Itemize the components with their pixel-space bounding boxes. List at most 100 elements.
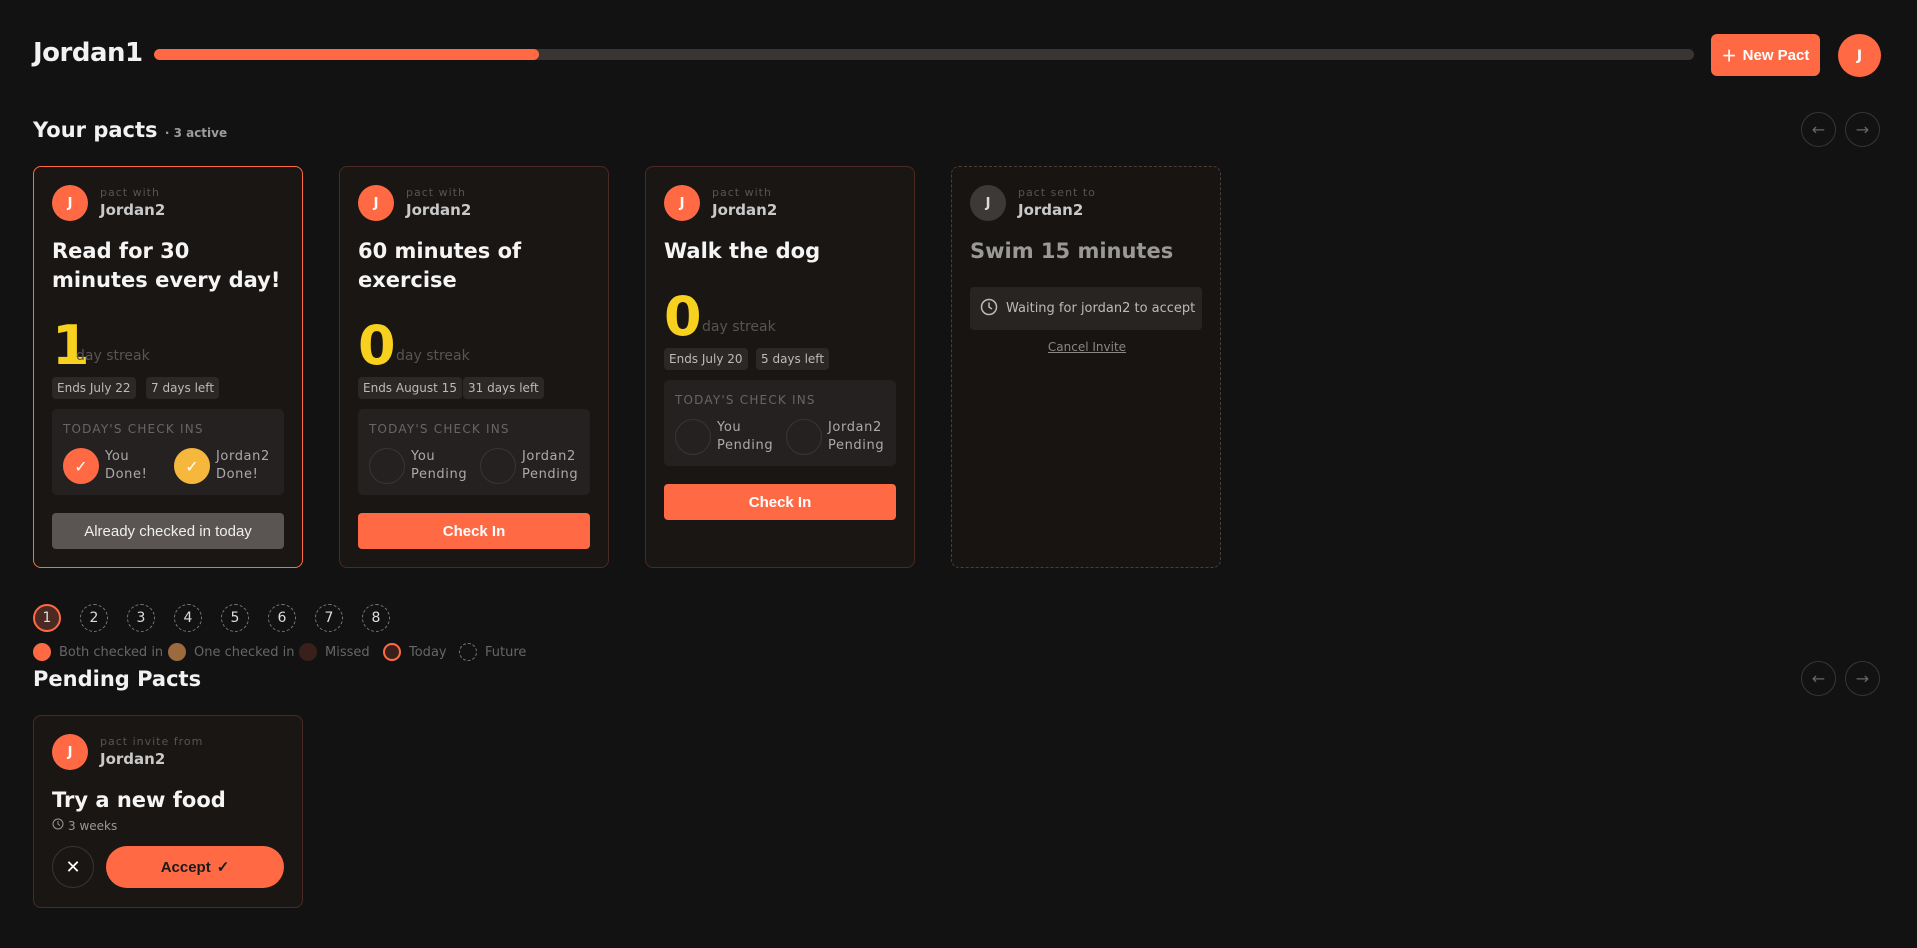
you-checkin-status xyxy=(675,419,711,455)
pact-title: 60 minutes of exercise xyxy=(358,239,522,292)
app-brand: Jordan1 xyxy=(33,38,143,68)
you-checkin-label: You Done! xyxy=(105,449,148,482)
partner-name: Jordan2 xyxy=(100,201,166,219)
you-checkin-status xyxy=(369,448,405,484)
cancel-invite-link[interactable]: Cancel Invite xyxy=(952,340,1222,354)
pact-duration: 3 weeks xyxy=(52,818,117,833)
checkmark-icon: ✓ xyxy=(216,859,230,876)
end-date: Ends August 15 xyxy=(358,377,462,399)
overall-progress-bar xyxy=(154,49,1694,60)
user-avatar[interactable]: J xyxy=(1838,34,1881,77)
day-indicator[interactable]: 7 xyxy=(315,604,343,632)
partner-avatar: J xyxy=(970,185,1006,221)
streak-label: day streak xyxy=(76,348,150,364)
checkins-heading: TODAY'S CHECK INS xyxy=(675,393,816,407)
pending-pact-card[interactable]: J pact invite from Jordan2 Try a new foo… xyxy=(33,715,303,908)
you-checkin-status: ✓ xyxy=(63,448,99,484)
partner-avatar: J xyxy=(52,734,88,770)
pact-with-label: pact with xyxy=(100,186,160,199)
clock-icon xyxy=(980,298,998,320)
partner-name: Jordan2 xyxy=(712,201,778,219)
days-left: 31 days left xyxy=(463,377,544,399)
partner-checkin-status xyxy=(786,419,822,455)
todays-checkins: TODAY'S CHECK INS You Pending Jordan2 Pend… xyxy=(358,409,590,495)
new-pact-button[interactable]: ＋ New Pact xyxy=(1711,34,1820,76)
pact-card[interactable]: J pact with Jordan2 Read for 30 minutes … xyxy=(33,166,303,568)
checkmark-icon: ✓ xyxy=(185,456,199,476)
top-bar: Jordan1 ＋ New Pact J xyxy=(33,34,1884,77)
active-count: · 3 active xyxy=(164,126,228,140)
streak-count: 0 xyxy=(358,314,396,377)
pact-title: Read for 30 minutes every day! xyxy=(52,239,281,292)
clock-icon xyxy=(52,818,64,833)
pact-with-label: pact with xyxy=(712,186,772,199)
arrow-left-icon: ← xyxy=(1811,120,1826,139)
pending-prev-button[interactable]: ← xyxy=(1801,661,1836,696)
partner-checkin-label: Jordan2 Pending xyxy=(828,420,885,453)
checkins-heading: TODAY'S CHECK INS xyxy=(369,422,510,436)
partner-avatar: J xyxy=(664,185,700,221)
end-date: Ends July 20 xyxy=(664,348,748,370)
arrow-right-icon: → xyxy=(1855,120,1870,139)
todays-checkins: TODAY'S CHECK INS ✓ You Done! ✓ Jordan2 Do… xyxy=(52,409,284,495)
pact-card[interactable]: J pact with Jordan2 60 minutes of exerci… xyxy=(339,166,609,568)
partner-checkin-label: Jordan2 Pending xyxy=(522,449,579,482)
progress-fill xyxy=(154,49,539,60)
close-icon: ✕ xyxy=(65,856,81,877)
legend-one: One checked in xyxy=(168,642,294,662)
pact-title: Swim 15 minutes xyxy=(970,239,1174,263)
legend-dot xyxy=(383,643,401,661)
pact-sent-to-label: pact sent to xyxy=(1018,186,1096,199)
pacts-next-button[interactable]: → xyxy=(1845,112,1880,147)
partner-avatar: J xyxy=(52,185,88,221)
days-left: 7 days left xyxy=(146,377,220,399)
day-indicator[interactable]: 6 xyxy=(268,604,296,632)
legend-missed: Missed xyxy=(299,642,370,662)
plus-icon: ＋ xyxy=(1721,47,1737,65)
pact-title: Walk the dog xyxy=(664,239,821,263)
check-in-button[interactable]: Check In xyxy=(358,513,590,549)
partner-avatar: J xyxy=(358,185,394,221)
pacts-prev-button[interactable]: ← xyxy=(1801,112,1836,147)
partner-name: Jordan2 xyxy=(100,750,166,768)
streak-label: day streak xyxy=(702,319,776,335)
sent-pact-card[interactable]: J pact sent to Jordan2 Swim 15 minutes W… xyxy=(951,166,1221,568)
waiting-text: Waiting for jordan2 to accept xyxy=(1006,301,1196,316)
your-pacts-title: Your pacts xyxy=(33,118,158,142)
day-indicator[interactable]: 1 xyxy=(33,604,61,632)
reject-invite-button[interactable]: ✕ xyxy=(52,846,94,888)
legend-today: Today xyxy=(383,642,447,662)
arrow-right-icon: → xyxy=(1855,669,1870,688)
streak-count: 0 xyxy=(664,285,702,348)
you-checkin-label: You Pending xyxy=(411,449,468,482)
checkins-heading: TODAY'S CHECK INS xyxy=(63,422,204,436)
waiting-status: Waiting for jordan2 to accept xyxy=(970,287,1202,330)
pact-title: Try a new food xyxy=(52,788,226,812)
you-checkin-label: You Pending xyxy=(717,420,774,453)
legend-dot xyxy=(33,643,51,661)
check-in-button[interactable]: Check In xyxy=(664,484,896,520)
already-checked-in-button[interactable]: Already checked in today xyxy=(52,513,284,549)
new-pact-label: New Pact xyxy=(1742,46,1810,64)
day-indicator[interactable]: 3 xyxy=(127,604,155,632)
accept-invite-button[interactable]: Accept ✓ xyxy=(106,846,284,888)
partner-checkin-status xyxy=(480,448,516,484)
partner-checkin-label: Jordan2 Done! xyxy=(216,449,270,482)
legend-dot xyxy=(459,643,477,661)
days-left: 5 days left xyxy=(756,348,830,370)
day-indicator[interactable]: 4 xyxy=(174,604,202,632)
checkmark-icon: ✓ xyxy=(74,456,88,476)
day-indicator[interactable]: 2 xyxy=(80,604,108,632)
pact-with-label: pact with xyxy=(406,186,466,199)
legend-dot xyxy=(168,643,186,661)
streak-count: 1 xyxy=(52,314,90,377)
day-indicator[interactable]: 5 xyxy=(221,604,249,632)
todays-checkins: TODAY'S CHECK INS You Pending Jordan2 Pend… xyxy=(664,380,896,466)
partner-name: Jordan2 xyxy=(406,201,472,219)
pending-next-button[interactable]: → xyxy=(1845,661,1880,696)
end-date: Ends July 22 xyxy=(52,377,136,399)
partner-name: Jordan2 xyxy=(1018,201,1084,219)
pact-card[interactable]: J pact with Jordan2 Walk the dog 0 day s… xyxy=(645,166,915,568)
day-indicator[interactable]: 8 xyxy=(362,604,390,632)
pending-pacts-heading: Pending Pacts xyxy=(33,667,202,691)
